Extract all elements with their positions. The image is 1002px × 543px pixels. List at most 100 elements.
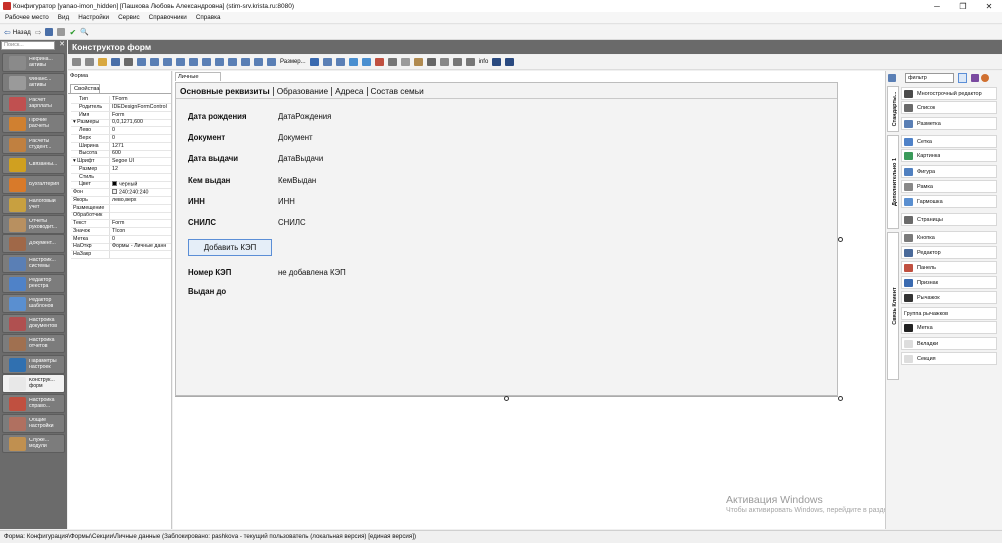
palette-item[interactable]: Рамка: [901, 180, 997, 193]
forward-button[interactable]: ⇨: [35, 28, 42, 37]
palette-filter-input[interactable]: фильтр: [905, 73, 954, 83]
tab-addresses[interactable]: Адреса: [332, 87, 368, 96]
print-button[interactable]: [57, 28, 66, 36]
property-value-cell[interactable]: 1271: [110, 143, 171, 150]
resize-button[interactable]: Размер...: [280, 59, 306, 65]
sidebar-search-input[interactable]: Поиск...: [1, 41, 55, 50]
space-horizontal-icon[interactable]: [215, 58, 224, 66]
new-form-icon[interactable]: [72, 58, 81, 66]
palette-item[interactable]: Рычажок: [901, 291, 997, 304]
property-value-cell[interactable]: 0: [110, 127, 171, 134]
property-value-cell[interactable]: 240:240:240: [110, 189, 171, 196]
sidebar-item[interactable]: Конструк... форм: [2, 374, 65, 393]
cut-icon[interactable]: [387, 58, 397, 66]
import-icon[interactable]: [492, 58, 502, 66]
sidebar-close-icon[interactable]: ✕: [58, 41, 66, 50]
palette-item[interactable]: Разметка: [901, 117, 997, 130]
property-value-cell[interactable]: черный: [110, 181, 171, 188]
property-value-cell[interactable]: [110, 205, 171, 212]
menu-settings[interactable]: Настройки: [78, 14, 109, 21]
field-value-inn[interactable]: ИНН: [278, 197, 295, 206]
sidebar-item[interactable]: Бухгалтерия: [2, 175, 65, 194]
open-folder-icon[interactable]: [98, 58, 107, 66]
redo-icon[interactable]: [361, 58, 371, 66]
sidebar-item[interactable]: Нефина... активы: [2, 53, 65, 72]
send-back-icon[interactable]: [335, 58, 345, 66]
cursor-tool-icon[interactable]: [958, 73, 967, 83]
sidebar-item[interactable]: Налоговый учет: [2, 195, 65, 214]
size-icon[interactable]: [267, 58, 276, 66]
paste-icon[interactable]: [413, 58, 423, 66]
resize-handle-corner[interactable]: [838, 396, 843, 401]
maximize-button[interactable]: ❐: [950, 0, 976, 12]
add-kep-button[interactable]: Добавить КЭП: [188, 239, 272, 256]
preview-icon[interactable]: [439, 58, 449, 66]
palette-tab-standard[interactable]: Стандарты...: [887, 86, 899, 132]
palette-tab-additional[interactable]: Дополнительно 1: [887, 135, 899, 229]
tab-education[interactable]: Образование: [274, 87, 333, 96]
property-value-cell[interactable]: TIcon: [110, 228, 171, 235]
align-right-icon[interactable]: [163, 58, 172, 66]
property-value-cell[interactable]: IDEDesignFormControl: [110, 104, 171, 111]
palette-item[interactable]: Панель: [901, 261, 997, 274]
sidebar-item[interactable]: Общие настройки: [2, 414, 65, 433]
align-top-icon[interactable]: [176, 58, 185, 66]
property-value-cell[interactable]: 0,0,1271,600: [110, 119, 171, 126]
sidebar-item[interactable]: Редактор шаблонов: [2, 294, 65, 313]
filter-icon[interactable]: [971, 74, 979, 82]
sidebar-item[interactable]: Прочие расчеты: [2, 114, 65, 133]
field-value-issued-by[interactable]: КемВыдан: [278, 176, 316, 185]
palette-tab-client-link[interactable]: Связь Клиент: [887, 232, 899, 380]
tab-main-details[interactable]: Основные реквизиты: [178, 87, 274, 96]
palette-item[interactable]: Вкладки: [901, 337, 997, 350]
sidebar-item[interactable]: Служе... модули: [2, 434, 65, 453]
palette-item[interactable]: Сетка: [901, 135, 997, 148]
palette-item[interactable]: Фигура: [901, 165, 997, 178]
field-value-issue-date[interactable]: ДатаВыдачи: [278, 154, 323, 163]
property-value-cell[interactable]: [110, 174, 171, 181]
save-form-icon[interactable]: [111, 58, 120, 66]
align-center-icon[interactable]: [150, 58, 159, 66]
property-value-cell[interactable]: 0: [110, 236, 171, 243]
property-value-cell[interactable]: [110, 212, 171, 219]
palette-item[interactable]: Кнопка: [901, 231, 997, 244]
field-value-snils[interactable]: СНИЛС: [278, 218, 306, 227]
sidebar-item[interactable]: Связанны...: [2, 155, 65, 174]
sidebar-item[interactable]: Настройка документов: [2, 314, 65, 333]
palette-item[interactable]: Группа рычажков: [901, 307, 997, 320]
resize-handle-bottom[interactable]: [504, 396, 509, 401]
resize-handle-right[interactable]: [838, 237, 843, 242]
align-left-icon[interactable]: [137, 58, 146, 66]
export-icon[interactable]: [505, 58, 515, 66]
same-height-icon[interactable]: [254, 58, 263, 66]
ungroup-icon[interactable]: [465, 58, 475, 66]
palette-item[interactable]: Редактор: [901, 246, 997, 259]
tab-order-icon[interactable]: [124, 58, 133, 66]
sidebar-item[interactable]: Документ...: [2, 234, 65, 253]
property-value-cell[interactable]: [110, 251, 171, 258]
menu-service[interactable]: Сервис: [118, 14, 140, 21]
undo-icon[interactable]: [348, 58, 358, 66]
palette-item[interactable]: Страницы: [901, 213, 997, 226]
palette-item[interactable]: Секция: [901, 352, 997, 365]
palette-sort-icon[interactable]: [888, 74, 896, 82]
property-value-cell[interactable]: 600: [110, 150, 171, 157]
sidebar-item[interactable]: Отчеты руководит...: [2, 215, 65, 234]
delete-icon[interactable]: [374, 58, 384, 66]
sidebar-item[interactable]: Редактор реестра: [2, 274, 65, 293]
menu-help[interactable]: Справка: [196, 14, 221, 21]
field-value-kep-number[interactable]: не добавлена КЭП: [278, 268, 346, 277]
tab-personal-data[interactable]: Личные данные: [175, 72, 221, 88]
palette-item[interactable]: Картинка: [901, 149, 997, 162]
tab-family[interactable]: Состав семьи: [368, 87, 427, 96]
find-button[interactable]: 🔍: [80, 28, 89, 36]
sidebar-item[interactable]: Настройк... системы: [2, 254, 65, 273]
minimize-button[interactable]: ─: [924, 0, 950, 12]
lock-icon[interactable]: [426, 58, 436, 66]
same-width-icon[interactable]: [241, 58, 250, 66]
property-value-cell[interactable]: TForm: [110, 96, 171, 103]
property-value-cell[interactable]: лево,верх: [110, 197, 171, 204]
palette-item[interactable]: Список: [901, 101, 997, 114]
grid-icon[interactable]: [309, 58, 319, 66]
save-button[interactable]: [45, 28, 54, 36]
